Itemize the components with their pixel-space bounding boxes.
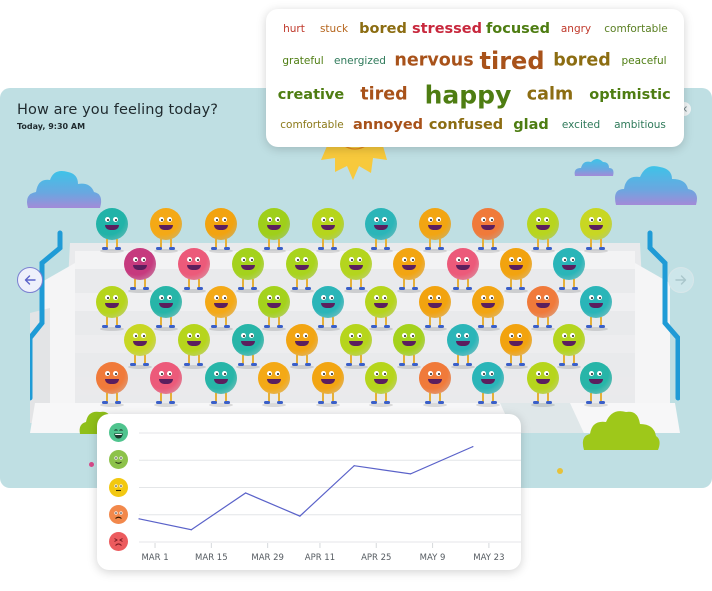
feeling-word: bored <box>553 50 611 71</box>
feeling-word: confused <box>428 116 504 133</box>
feeling-word: peaceful <box>621 54 667 67</box>
mood-data-point <box>190 529 192 531</box>
feeling-word: nervous <box>394 50 474 71</box>
distressed-face-icon <box>109 532 128 551</box>
mood-trend-chart: MAR 1 MAR 15 MAR 29 APR 11 APR 25 MAY 9 MAY 23 <box>97 414 521 570</box>
checkin-question: How are you feeling today? <box>17 102 219 118</box>
feeling-word: creative <box>277 86 345 103</box>
mood-data-point <box>299 515 301 517</box>
cloud-left <box>27 171 102 208</box>
feeling-monster <box>365 360 397 407</box>
feeling-monster <box>527 360 559 407</box>
mood-data-point <box>409 473 412 475</box>
x-tick-label: MAY 9 <box>420 553 446 563</box>
arrow-right-icon <box>675 275 687 285</box>
feeling-word: grateful <box>282 54 324 67</box>
x-tick-label: MAR 1 <box>141 553 168 563</box>
feeling-word: stressed <box>411 20 483 37</box>
mood-data-point <box>353 465 355 467</box>
x-tick-label: APR 25 <box>361 553 391 563</box>
feeling-monster <box>580 360 612 407</box>
feeling-word: happy <box>424 80 512 110</box>
feeling-word: focused <box>485 20 551 37</box>
feeling-word: excited <box>561 118 601 131</box>
feeling-monster <box>258 360 290 407</box>
feeling-monster <box>312 360 344 407</box>
feeling-monster <box>472 360 504 407</box>
feelings-word-cloud: hurt stuck bored stressed focused angry comfor… <box>266 9 684 147</box>
next-button[interactable] <box>668 267 694 293</box>
cloud-right <box>615 166 697 205</box>
x-tick-label: MAR 15 <box>195 553 228 563</box>
mood-data-point <box>472 446 474 448</box>
feeling-word: angry <box>560 22 592 35</box>
feeling-word: tired <box>360 84 408 105</box>
feeling-word: optimistic <box>589 86 671 103</box>
arrow-left-icon <box>24 275 36 285</box>
feeling-word: annoyed <box>352 116 424 133</box>
mood-series-line <box>138 446 474 531</box>
mood-line-chart: MAR 1 MAR 15 MAR 29 APR 11 APR 25 MAY 9 MAY 23 <box>138 432 521 563</box>
feeling-word: hurt <box>283 22 305 35</box>
decor-dot-pink <box>89 462 94 467</box>
feeling-word: comfortable <box>604 22 668 35</box>
grinning-face-icon <box>109 423 128 442</box>
x-tick-label: APR 11 <box>305 553 335 563</box>
feeling-monster <box>205 360 237 407</box>
x-tick-label: MAR 29 <box>251 553 284 563</box>
feeling-word: calm <box>526 84 574 105</box>
x-tick-label: MAY 23 <box>473 553 504 563</box>
feeling-word: tired <box>479 47 545 75</box>
frowning-face-icon <box>109 504 128 524</box>
feeling-monster <box>96 360 128 407</box>
mood-data-point <box>244 492 247 494</box>
feeling-word: comfortable <box>280 118 344 131</box>
cloud-small-right <box>574 159 614 176</box>
mood-data-point <box>138 518 140 520</box>
feeling-word: bored <box>359 20 407 37</box>
feeling-word: stuck <box>319 22 349 35</box>
previous-button[interactable] <box>17 267 43 293</box>
smiling-face-icon <box>109 450 128 470</box>
decor-dot-yellow <box>557 468 563 474</box>
feeling-word: energized <box>334 54 386 67</box>
feeling-word: glad <box>513 116 549 133</box>
feeling-word: ambitious <box>614 118 666 131</box>
checkin-timestamp: Today, 9:30 AM <box>17 122 86 131</box>
neutral-face-icon <box>109 477 128 497</box>
feeling-monster <box>150 360 182 407</box>
bush-right <box>582 411 660 450</box>
feeling-monster <box>419 360 451 407</box>
